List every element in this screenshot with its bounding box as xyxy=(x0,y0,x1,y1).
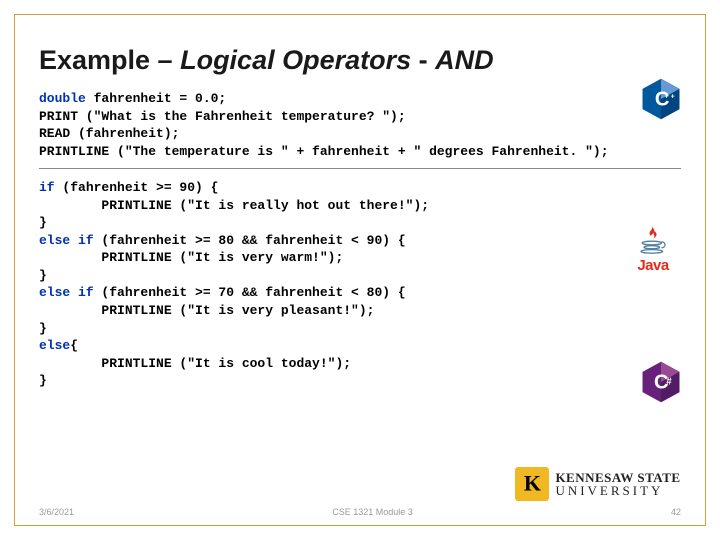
code-block-bottom: if (fahrenheit >= 90) { PRINTLINE ("It i… xyxy=(15,179,705,390)
title-italic-1: Logical Operators xyxy=(180,45,411,75)
ksu-text: KENNESAW STATE UNIVERSITY xyxy=(555,471,680,497)
keyword-if: if xyxy=(39,180,55,195)
code-block-top: double fahrenheit = 0.0; PRINT ("What is… xyxy=(15,90,705,160)
java-logo-text: Java xyxy=(637,257,668,274)
keyword-elseif-2: else if xyxy=(39,285,94,300)
svg-text:+: + xyxy=(671,94,675,101)
divider xyxy=(39,168,681,169)
csharp-logo-icon: C # xyxy=(639,360,683,404)
slide-title: Example – Logical Operators - AND xyxy=(15,15,705,90)
footer-page-number: 42 xyxy=(671,507,681,517)
java-logo-icon: Java xyxy=(623,225,683,274)
footer-course: CSE 1321 Module 3 xyxy=(332,507,413,517)
kennesaw-state-logo: KENNESAW STATE UNIVERSITY xyxy=(513,467,683,501)
ksu-seal-icon xyxy=(515,467,549,501)
title-text-1: Example – xyxy=(39,45,180,75)
svg-text:#: # xyxy=(666,377,672,388)
cpp-logo-icon: C + + xyxy=(639,77,683,121)
keyword-double: double xyxy=(39,91,86,106)
keyword-elseif-1: else if xyxy=(39,233,94,248)
ksu-line-2: UNIVERSITY xyxy=(555,484,680,497)
keyword-else: else xyxy=(39,338,70,353)
footer-date: 3/6/2021 xyxy=(39,507,74,517)
svg-text:+: + xyxy=(665,94,669,101)
title-text-2: - xyxy=(411,45,435,75)
title-italic-2: AND xyxy=(435,45,494,75)
footer: 3/6/2021 CSE 1321 Module 3 42 xyxy=(39,507,681,517)
slide-frame: Example – Logical Operators - AND double… xyxy=(14,14,706,526)
